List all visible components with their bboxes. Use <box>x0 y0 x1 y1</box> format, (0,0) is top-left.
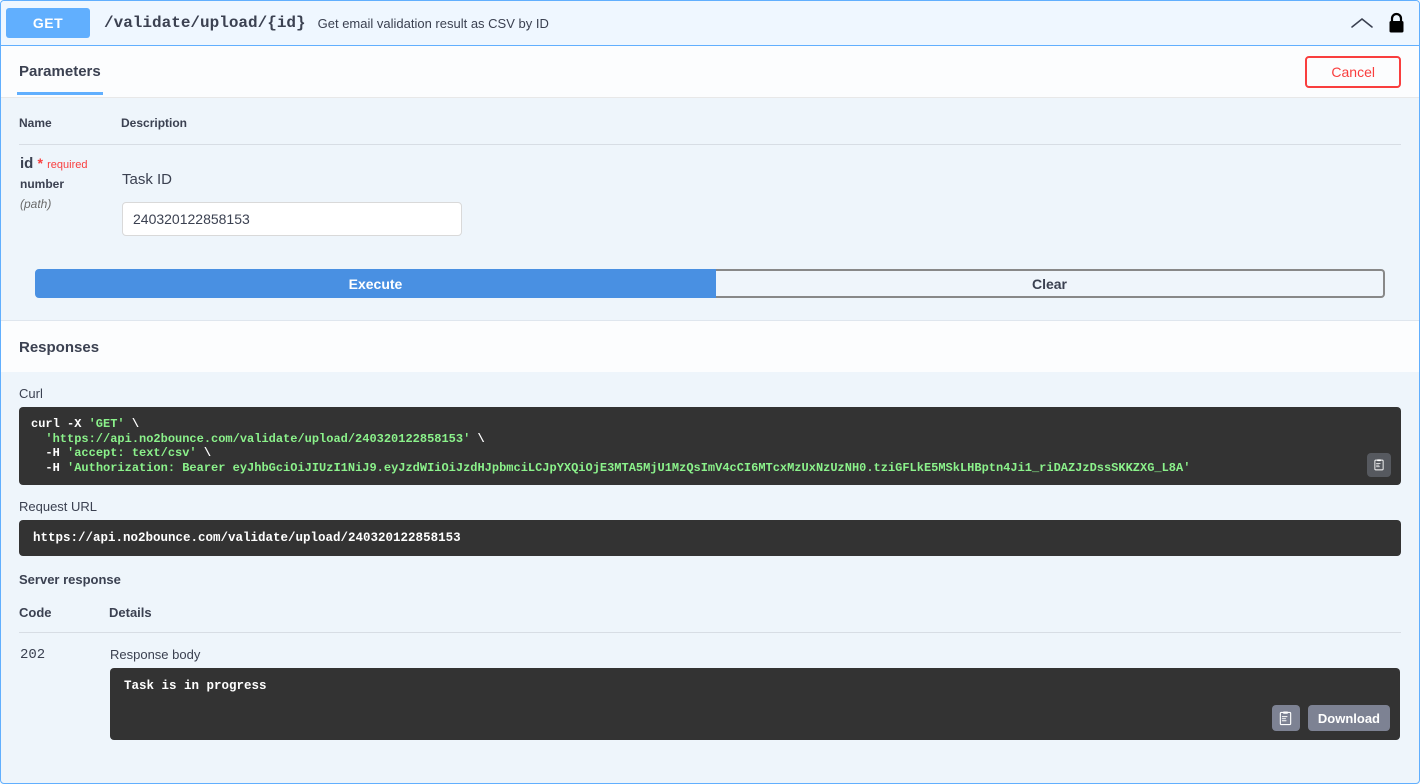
response-details-cell: Response body Task is in progress Downloa… <box>109 633 1401 742</box>
copy-curl-button[interactable] <box>1367 453 1391 477</box>
http-method-badge: GET <box>6 8 90 38</box>
parameter-id-input[interactable] <box>122 202 462 236</box>
response-table-header-row: Code Details <box>19 593 1401 633</box>
tab-parameters[interactable]: Parameters <box>17 49 103 95</box>
copy-response-button[interactable] <box>1271 705 1300 731</box>
curl-label: Curl <box>19 386 43 401</box>
curl-code-block: curl -X 'GET' \ 'https://api.no2bounce.c… <box>19 407 1401 485</box>
header-icons <box>1350 12 1409 34</box>
operation-summary-header[interactable]: GET /validate/upload/{id} Get email vali… <box>1 1 1419 46</box>
operation-summary-text: Get email validation result as CSV by ID <box>317 15 549 31</box>
request-url-value: https://api.no2bounce.com/validate/uploa… <box>19 520 1401 556</box>
response-actions: Download <box>1271 705 1390 731</box>
parameter-name-text: id <box>20 155 34 172</box>
curl-line1-cont: \ <box>124 417 140 431</box>
clipboard-copy-icon <box>1374 459 1384 471</box>
parameter-name: id * required <box>20 155 120 172</box>
response-body-label: Response body <box>110 647 201 662</box>
cancel-button[interactable]: Cancel <box>1305 55 1401 88</box>
curl-line2-url: 'https://api.no2bounce.com/validate/uplo… <box>31 431 471 446</box>
response-body-text: Task is in progress <box>124 679 267 693</box>
column-header-name: Name <box>19 98 121 145</box>
operation-path: /validate/upload/{id} <box>104 14 306 32</box>
request-url-label: Request URL <box>19 499 98 514</box>
curl-line1-method: 'GET' <box>88 417 125 431</box>
curl-line2-cont: \ <box>470 431 485 446</box>
required-asterisk: * <box>37 155 43 171</box>
table-row: id * required number (path) Task ID <box>19 145 1401 238</box>
curl-line3-flag: -H <box>31 446 68 460</box>
column-header-code: Code <box>19 593 109 633</box>
responses-section: Curl curl -X 'GET' \ 'https://api.no2bou… <box>1 372 1419 761</box>
parameter-location: (path) <box>20 197 52 211</box>
execute-row: Execute Clear <box>35 269 1385 320</box>
table-row: 202 Response body Task is in progress Dow… <box>19 633 1401 742</box>
response-status-code: 202 <box>20 647 46 663</box>
responses-section-title: Responses <box>1 320 1419 372</box>
server-response-table: Code Details 202 Response body Task is i… <box>19 593 1401 741</box>
parameter-value-cell: Task ID <box>121 145 1401 238</box>
operation-block: GET /validate/upload/{id} Get email vali… <box>0 0 1420 784</box>
column-header-details: Details <box>109 593 1401 633</box>
server-response-label: Server response <box>19 572 121 587</box>
clipboard-copy-icon <box>1280 710 1292 725</box>
download-button[interactable]: Download <box>1307 705 1390 731</box>
lock-icon[interactable] <box>1388 12 1405 34</box>
curl-line1-cmd: curl -X <box>31 417 89 431</box>
parameters-section: Name Description id * required number (p… <box>1 98 1419 320</box>
curl-line4-flag: -H <box>31 460 68 475</box>
parameter-type: number <box>20 177 65 191</box>
parameters-table: Name Description id * required number (p… <box>19 98 1401 237</box>
column-header-description: Description <box>121 98 1401 145</box>
clear-button[interactable]: Clear <box>716 269 1385 298</box>
required-label: required <box>47 159 88 171</box>
parameter-meta-cell: id * required number (path) <box>19 145 121 238</box>
parameters-table-header-row: Name Description <box>19 98 1401 145</box>
tab-row: Parameters Cancel <box>1 46 1419 98</box>
chevron-up-icon[interactable] <box>1350 16 1374 30</box>
execute-button[interactable]: Execute <box>35 269 716 298</box>
response-body-block: Task is in progress Download <box>110 668 1400 740</box>
curl-line3-header: 'accept: text/csv' <box>67 446 197 460</box>
curl-line4-auth: 'Authorization: Bearer eyJhbGciOiJIUzI1N… <box>67 460 1191 475</box>
parameter-description: Task ID <box>122 171 173 188</box>
curl-line3-cont: \ <box>196 446 212 460</box>
